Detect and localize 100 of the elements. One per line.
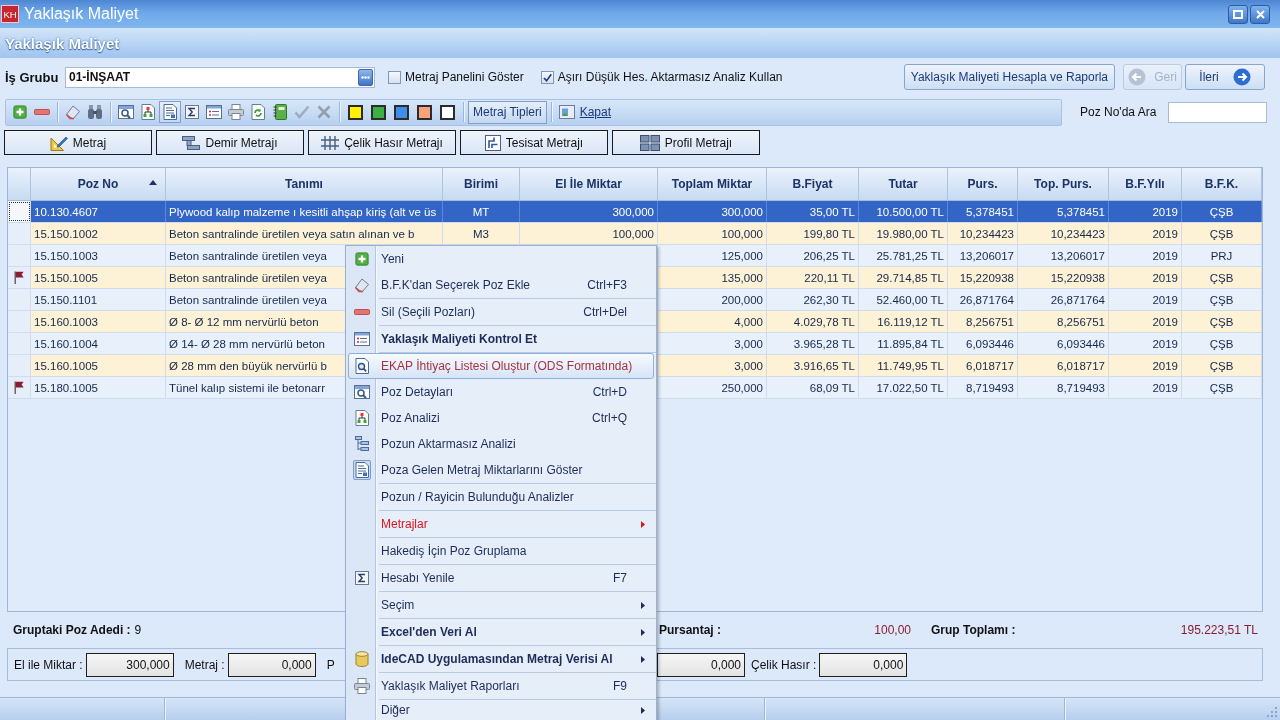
- table-cell: 68,09 TL: [767, 377, 859, 398]
- pipe-plan-icon: [484, 134, 501, 151]
- table-cell: 11.895,84 TL: [859, 333, 948, 354]
- table-cell: 15.150.1003: [31, 245, 166, 266]
- menu-item[interactable]: Poz Analizi Ctrl+Q: [348, 405, 654, 431]
- toggle-button[interactable]: Metraj Tipleri: [468, 100, 547, 124]
- menu-item[interactable]: EKAP İhtiyaç Listesi Oluştur (ODS Formatında): [348, 353, 654, 379]
- column-header[interactable]: B.F.K.: [1182, 168, 1262, 200]
- table-cell: ÇŞB: [1182, 289, 1262, 310]
- list-icon: [354, 332, 370, 346]
- menu-item[interactable]: Excel'den Veri Al: [348, 619, 654, 645]
- metraj-button[interactable]: Tesisat Metrajı: [460, 130, 608, 155]
- table-cell: 10,234423: [1018, 223, 1109, 244]
- close-button[interactable]: Kapat: [555, 101, 615, 123]
- summary-value: 100,00: [874, 623, 911, 637]
- column-header[interactable]: B.Fiyat: [767, 168, 859, 200]
- panel-title: Yaklaşık Maliyet: [5, 34, 120, 52]
- input-field[interactable]: 0,000: [819, 652, 908, 677]
- table-cell: 206,25 TL: [767, 245, 859, 266]
- checkbox[interactable]: [540, 70, 554, 84]
- column-header[interactable]: Toplam Miktar: [658, 168, 767, 200]
- action-button[interactable]: Yaklaşık Maliyeti Hesapla ve Raporla: [903, 64, 1115, 90]
- menu-item[interactable]: Pozun / Rayicin Bulunduğu Analizler: [348, 484, 654, 510]
- menu-item[interactable]: Poza Gelen Metraj Miktarlarını Göster: [348, 457, 654, 483]
- table-cell: 3,000: [658, 333, 767, 354]
- table-cell: 2019: [1109, 289, 1182, 310]
- menu-item[interactable]: Pozun Aktarmasız Analizi: [348, 431, 654, 457]
- table-cell: M3: [443, 223, 520, 244]
- table-cell: 200,000: [658, 289, 767, 310]
- menu-item[interactable]: IdeCAD Uygulamasından Metraj Verisi Al: [348, 646, 654, 672]
- metraj-button[interactable]: Metraj: [4, 130, 152, 155]
- check-icon: [542, 72, 552, 82]
- maximize-button[interactable]: [1228, 4, 1248, 24]
- menu-item[interactable]: Seçim: [348, 592, 654, 618]
- action-button[interactable]: İleri: [1185, 64, 1265, 90]
- table-cell: 3.965,28 TL: [767, 333, 859, 354]
- metraj-button[interactable]: Profil Metrajı: [612, 130, 760, 155]
- input-field[interactable]: 300,000: [85, 652, 174, 677]
- table-cell: 15,220938: [1018, 267, 1109, 288]
- menu-item[interactable]: Metrajlar: [348, 511, 654, 537]
- printer-icon: [354, 678, 370, 694]
- input-field[interactable]: 0,000: [227, 652, 316, 677]
- menu-item[interactable]: Hesabı Yenile F7: [348, 565, 654, 591]
- table-cell: 15.160.1003: [31, 311, 166, 332]
- table-cell: 262,30 TL: [767, 289, 859, 310]
- combo-box[interactable]: 01-İNŞAAT: [65, 66, 375, 88]
- check-icon: [294, 105, 310, 119]
- database-icon: [355, 651, 369, 667]
- table-cell: PRJ: [1182, 245, 1262, 266]
- table-cell: 100,000: [658, 223, 767, 244]
- menu-item[interactable]: Diğer: [348, 700, 654, 720]
- table-cell: 4.029,78 TL: [767, 311, 859, 332]
- shortcut-text: F9: [613, 679, 627, 693]
- column-header[interactable]: Tanımı: [166, 168, 443, 200]
- table-cell: 35,00 TL: [767, 201, 859, 222]
- table-cell: 8,719493: [948, 377, 1018, 398]
- column-header[interactable]: B.F.Yılı: [1109, 168, 1182, 200]
- table-cell: 52.460,00 TL: [859, 289, 948, 310]
- menu-item[interactable]: Hakediş İçin Poz Gruplama: [348, 538, 654, 564]
- column-header[interactable]: Top. Purs.: [1018, 168, 1109, 200]
- field-label: Poz No'da Ara: [1080, 105, 1157, 119]
- table-cell: 15.160.1005: [31, 355, 166, 376]
- checkbox-label: Metraj Panelini Göster: [405, 70, 524, 84]
- table-cell: 199,80 TL: [767, 223, 859, 244]
- metraj-button[interactable]: Çelik Hasır Metrajı: [308, 130, 456, 155]
- column-header[interactable]: El İle Miktar: [520, 168, 658, 200]
- tree-diagram-icon: [141, 104, 155, 120]
- checkbox[interactable]: [388, 70, 401, 84]
- table-cell: 8,256751: [948, 311, 1018, 332]
- sigma-icon: [355, 571, 369, 585]
- row-selector[interactable]: [8, 267, 31, 288]
- table-cell: 135,000: [658, 267, 767, 288]
- document-search-icon: [355, 358, 369, 374]
- metraj-button[interactable]: Demir Metrajı: [156, 130, 304, 155]
- table-cell: 2019: [1109, 223, 1182, 244]
- table-cell: 15.150.1002: [31, 223, 166, 244]
- input-field[interactable]: 0,000: [657, 652, 745, 677]
- table-cell: ÇŞB: [1182, 377, 1262, 398]
- table-cell: 25.781,25 TL: [859, 245, 948, 266]
- row-selector[interactable]: [8, 201, 31, 222]
- table-cell: 15,220938: [948, 267, 1018, 288]
- menu-item[interactable]: Yaklaşık Maliyet Raporları F9: [348, 673, 654, 699]
- column-header[interactable]: Poz No: [31, 168, 166, 200]
- table-cell: 16.119,12 TL: [859, 311, 948, 332]
- summary-value: 9: [134, 623, 142, 637]
- shortcut-text: F7: [613, 571, 627, 585]
- column-header[interactable]: Tutar: [859, 168, 948, 200]
- field-label: P: [326, 657, 335, 672]
- field-label: İş Grubu: [5, 69, 60, 85]
- search-field[interactable]: [1168, 101, 1268, 123]
- table-cell: 13,206017: [1018, 245, 1109, 266]
- table-cell: 10.500,00 TL: [859, 201, 948, 222]
- column-header[interactable]: Birimi: [443, 168, 520, 200]
- table-cell: 19.980,00 TL: [859, 223, 948, 244]
- minus-icon: [34, 109, 50, 115]
- column-header[interactable]: Purs.: [948, 168, 1018, 200]
- table-cell: 11.749,95 TL: [859, 355, 948, 376]
- table-cell: 15.160.1004: [31, 333, 166, 354]
- window-icon: [558, 104, 575, 120]
- window-close-button[interactable]: [1250, 4, 1270, 24]
